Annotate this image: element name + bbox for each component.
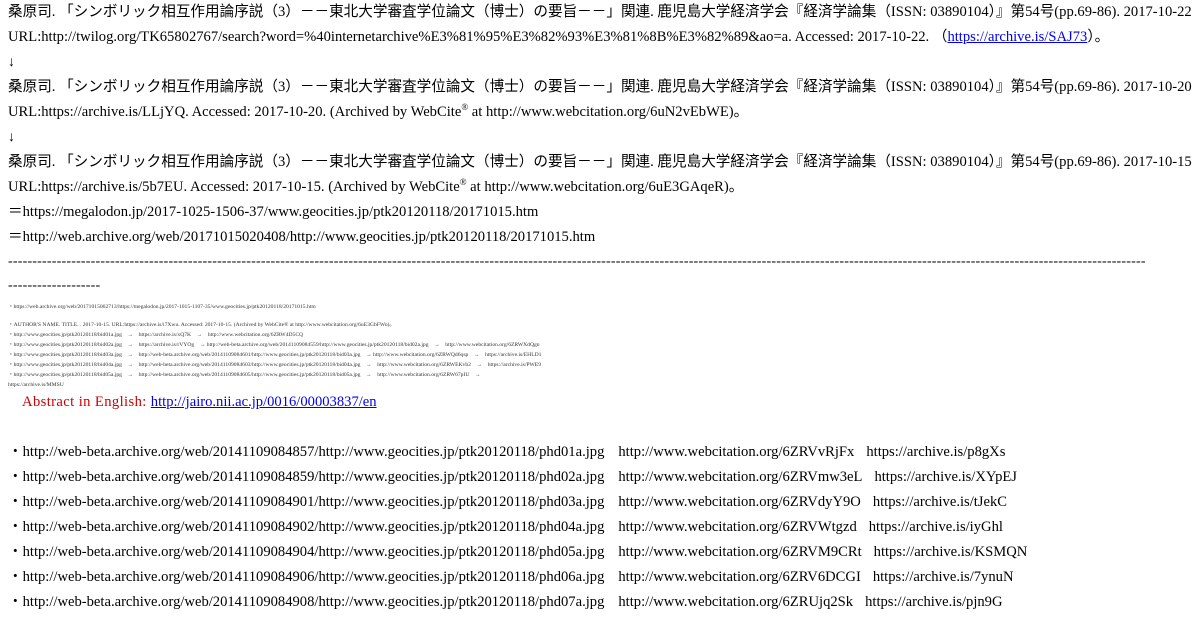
webcitation-url: http://www.webcitation.org/6ZRVdyY9O bbox=[618, 494, 861, 510]
webcitation-url: http://www.webcitation.org/6ZRVvRjFx bbox=[618, 444, 855, 460]
image-archive-row-4: ・http://web-beta.archive.org/web/2014110… bbox=[8, 515, 1192, 540]
webcitation-url: http://www.webcitation.org/6ZRVmw3eL bbox=[618, 469, 863, 485]
wayback-image-url: ・http://web-beta.archive.org/web/2014110… bbox=[8, 519, 605, 535]
archive-is-url: https://archive.is/iyGhl bbox=[868, 519, 1003, 535]
small-print-line: ・http://www.geocities.jp/ptk20120118/bid… bbox=[8, 342, 540, 348]
small-print-block: ・https://web.archive.org/web/20171015062… bbox=[8, 302, 1192, 390]
citation-3-tail: at http://www.webcitation.org/6uE3GAqeR)… bbox=[466, 179, 744, 195]
wayback-image-url: ・http://web-beta.archive.org/web/2014110… bbox=[8, 594, 605, 610]
down-arrow-1: ↓ bbox=[8, 55, 15, 70]
image-archive-row-1: ・http://web-beta.archive.org/web/2014110… bbox=[8, 440, 1192, 465]
citation-1-url-text: URL:http://twilog.org/TK65802767/search?… bbox=[8, 29, 948, 45]
registered-mark: ® bbox=[459, 177, 467, 187]
down-arrow-2: ↓ bbox=[8, 130, 15, 145]
archive-is-url: https://archive.is/p8gXs bbox=[866, 444, 1006, 460]
wayback-image-url: ・http://web-beta.archive.org/web/2014110… bbox=[8, 469, 605, 485]
small-print-line: ・http://www.geocities.jp/ptk20120118/bid… bbox=[8, 372, 481, 378]
dash-separator-short: ------------------- bbox=[8, 278, 101, 293]
webcitation-url: http://www.webcitation.org/6ZRV6DCGI bbox=[618, 569, 861, 585]
dash-separator: ----------------------------------------… bbox=[8, 254, 1146, 269]
archive-is-url: https://archive.is/7ynuN bbox=[872, 569, 1014, 585]
citation-1-line1: 桑原司. 「シンボリック相互作用論序説（3）－－東北大学審査学位論文（博士）の要… bbox=[8, 4, 1192, 20]
archive-is-url: https://archive.is/KSMQN bbox=[873, 544, 1028, 560]
citation-1-tail: ）。 bbox=[1087, 29, 1110, 45]
wayback-url-line: ＝http://web.archive.org/web/201710150204… bbox=[8, 229, 596, 245]
image-archive-row-6: ・http://web-beta.archive.org/web/2014110… bbox=[8, 565, 1192, 590]
small-print-line: https://archive.is/MMSU bbox=[8, 382, 64, 388]
small-print-line: ・AUTHOR'S NAME. TITLE. . 2017-10-15. URL… bbox=[8, 322, 395, 328]
image-archive-row-7: ・http://web-beta.archive.org/web/2014110… bbox=[8, 590, 1192, 615]
abstract-line: Abstract in English: http://jairo.nii.ac… bbox=[22, 390, 1192, 414]
citation-2-line2: URL:https://archive.is/LLjYQ. Accessed: … bbox=[8, 100, 1192, 125]
image-archive-row-2: ・http://web-beta.archive.org/web/2014110… bbox=[8, 465, 1192, 490]
citation-1-line2: URL:http://twilog.org/TK65802767/search?… bbox=[8, 25, 1192, 50]
small-print-line: ・http://www.geocities.jp/ptk20120118/bid… bbox=[8, 362, 541, 368]
archive-is-url: https://archive.is/tJekC bbox=[872, 494, 1007, 510]
citation-3-url-text: URL:https://archive.is/5b7EU. Accessed: … bbox=[8, 179, 460, 195]
archive-is-url: https://archive.is/XYpEJ bbox=[874, 469, 1017, 485]
wayback-image-url: ・http://web-beta.archive.org/web/2014110… bbox=[8, 494, 605, 510]
abstract-link[interactable]: http://jairo.nii.ac.jp/0016/00003837/en bbox=[151, 394, 377, 410]
small-print-line: ・http://www.geocities.jp/ptk20120118/bid… bbox=[8, 332, 304, 338]
archive-is-url: https://archive.is/pjn9G bbox=[865, 594, 1003, 610]
wayback-image-url: ・http://web-beta.archive.org/web/2014110… bbox=[8, 569, 605, 585]
wayback-image-url: ・http://web-beta.archive.org/web/2014110… bbox=[8, 444, 605, 460]
citation-2-url-text: URL:https://archive.is/LLjYQ. Accessed: … bbox=[8, 104, 462, 120]
webcitation-url: http://www.webcitation.org/6ZRVM9CRt bbox=[618, 544, 862, 560]
wayback-image-url: ・http://web-beta.archive.org/web/2014110… bbox=[8, 544, 605, 560]
citation-2-tail: at http://www.webcitation.org/6uN2vEbWE)… bbox=[468, 104, 749, 120]
webcitation-url: http://www.webcitation.org/6ZRUjq2Sk bbox=[618, 594, 854, 610]
image-archive-row-3: ・http://web-beta.archive.org/web/2014110… bbox=[8, 490, 1192, 515]
megalodon-url-line: ＝https://megalodon.jp/2017-1025-1506-37/… bbox=[8, 204, 539, 220]
small-print-line: ・http://www.geocities.jp/ptk20120118/bid… bbox=[8, 352, 542, 358]
citation-3-line2: URL:https://archive.is/5b7EU. Accessed: … bbox=[8, 175, 1192, 200]
document-body: 桑原司. 「シンボリック相互作用論序説（3）－－東北大学審査学位論文（博士）の要… bbox=[8, 0, 1192, 615]
citation-3-line1: 桑原司. 「シンボリック相互作用論序説（3）－－東北大学審査学位論文（博士）の要… bbox=[8, 154, 1192, 170]
small-print-line: ・https://web.archive.org/web/20171015062… bbox=[8, 304, 316, 310]
citation-1-archive-link[interactable]: https://archive.is/SAJ73 bbox=[947, 29, 1087, 45]
image-archive-row-5: ・http://web-beta.archive.org/web/2014110… bbox=[8, 540, 1192, 565]
webcitation-url: http://www.webcitation.org/6ZRVWtgzd bbox=[618, 519, 857, 535]
abstract-label: Abstract in English: bbox=[22, 394, 151, 410]
citation-2-line1: 桑原司. 「シンボリック相互作用論序説（3）－－東北大学審査学位論文（博士）の要… bbox=[8, 79, 1192, 95]
